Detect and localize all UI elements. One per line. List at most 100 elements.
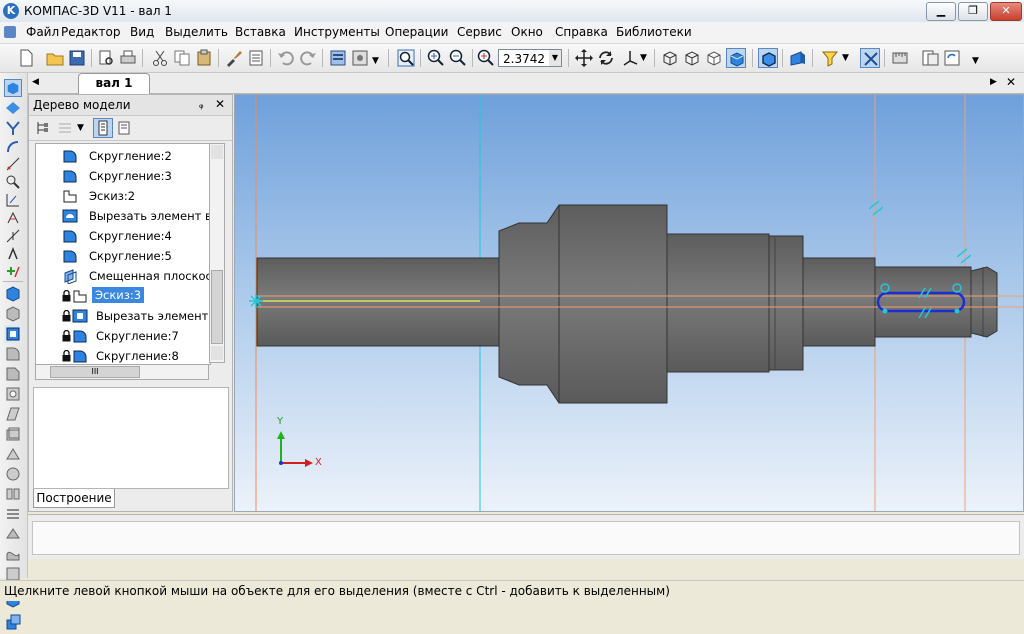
tab-scroll-right-icon[interactable]: ▶	[990, 77, 997, 87]
tree-item[interactable]: Скругление:7	[36, 326, 210, 346]
menu-file[interactable]: Файл	[26, 25, 59, 39]
wireframe-icon[interactable]	[660, 48, 680, 68]
toolbar-overflow-icon[interactable]: ▼	[372, 48, 380, 68]
properties-brush-icon[interactable]	[224, 48, 244, 68]
toolbar-end-overflow-icon[interactable]: ▼	[972, 48, 980, 68]
split-tool-icon[interactable]	[4, 465, 22, 483]
menu-select[interactable]: Выделить	[165, 25, 228, 39]
model-viewport[interactable]: Y X	[234, 94, 1024, 512]
save-icon[interactable]	[67, 48, 87, 68]
settings-panel-icon[interactable]	[350, 48, 370, 68]
thread-tool-icon[interactable]	[4, 505, 22, 523]
revolve-icon[interactable]	[4, 305, 22, 323]
tree-item[interactable]: Вырезать элемент вр	[36, 206, 210, 226]
filter-objects-icon[interactable]	[820, 48, 840, 68]
zoom-out-icon[interactable]	[448, 48, 468, 68]
cut-extrude-tool-icon[interactable]	[4, 325, 22, 343]
surfaces-icon[interactable]	[4, 119, 22, 137]
arrays-icon[interactable]	[4, 137, 22, 155]
rotate-icon[interactable]	[596, 48, 616, 68]
selection-icon[interactable]	[4, 263, 22, 281]
manager-panel-icon[interactable]	[328, 48, 348, 68]
orientation-icon[interactable]	[620, 48, 640, 68]
tab-construction[interactable]: Построение	[33, 489, 115, 508]
rebuild-icon[interactable]	[942, 48, 962, 68]
menu-operations[interactable]: Операции	[385, 25, 448, 39]
hidden-lines-icon[interactable]	[682, 48, 702, 68]
measure-icon[interactable]	[890, 48, 910, 68]
spatial-curves-icon[interactable]	[4, 99, 22, 117]
sheet-tool-icon[interactable]	[4, 525, 22, 543]
shaded-icon[interactable]	[726, 48, 746, 68]
shaft-part[interactable]	[256, 204, 998, 404]
minimize-button[interactable]: ▁	[926, 2, 956, 21]
tree-item[interactable]: Скругление:4	[36, 226, 210, 246]
chamfer-tool-icon[interactable]	[4, 365, 22, 383]
mirror-tool-icon[interactable]	[4, 485, 22, 503]
fillet-tool-icon[interactable]	[4, 345, 22, 363]
extrude-icon[interactable]	[4, 285, 22, 303]
shell-tool-icon[interactable]	[4, 425, 22, 443]
paste-icon[interactable]	[194, 48, 214, 68]
hidden-lines-thin-icon[interactable]	[704, 48, 724, 68]
parametrization-icon[interactable]	[4, 245, 22, 263]
hole-tool-icon[interactable]	[4, 385, 22, 403]
select-filter-icon[interactable]	[860, 48, 880, 68]
assembly-tool-icon[interactable]	[4, 613, 22, 631]
pan-icon[interactable]	[574, 48, 594, 68]
pin-icon[interactable]: ᵩ	[199, 98, 204, 111]
close-button[interactable]: ✕	[990, 2, 1022, 21]
tree-item[interactable]: Скругление:2	[36, 146, 210, 166]
menu-tools[interactable]: Инструменты	[294, 25, 380, 39]
tab-close-icon[interactable]: ✕	[1006, 75, 1016, 89]
hscroll-thumb[interactable]: III	[50, 366, 140, 378]
tree-item[interactable]: Эскиз:2	[36, 186, 210, 206]
constraints-icon[interactable]	[4, 227, 22, 245]
menu-help[interactable]: Справка	[555, 25, 608, 39]
panel-close-icon[interactable]: ✕	[215, 97, 225, 111]
zoom-dropdown-arrow[interactable]: ▼	[549, 50, 561, 66]
orientation-dropdown-icon[interactable]: ▼	[640, 48, 648, 68]
open-folder-icon[interactable]	[45, 48, 65, 68]
tab-document-val1[interactable]: вал 1	[78, 73, 150, 94]
new-document-icon[interactable]	[16, 48, 36, 68]
perspective-icon[interactable]	[788, 48, 808, 68]
variables-icon[interactable]	[246, 48, 266, 68]
menu-window[interactable]: Окно	[511, 25, 543, 39]
tree-document-icon[interactable]	[117, 120, 133, 136]
dimensions-icon[interactable]	[4, 191, 22, 209]
zoom-in-icon[interactable]	[426, 48, 446, 68]
scroll-thumb[interactable]	[211, 270, 223, 344]
editing-details-icon[interactable]	[4, 79, 22, 97]
tree-structure-icon[interactable]	[35, 120, 51, 136]
menu-view[interactable]: Вид	[130, 25, 154, 39]
auxiliary-geometry-icon[interactable]	[4, 155, 22, 173]
library-manager-icon[interactable]	[920, 48, 940, 68]
copy-icon[interactable]	[172, 48, 192, 68]
draft-tool-icon[interactable]	[4, 445, 22, 463]
cut-icon[interactable]	[150, 48, 170, 68]
menu-libraries[interactable]: Библиотеки	[616, 25, 692, 39]
tree-view-mode-icon[interactable]	[57, 120, 73, 136]
tree-item[interactable]: Вырезать элемент в	[36, 306, 210, 326]
tree-item[interactable]: Скругление:5	[36, 246, 210, 266]
tree-item[interactable]: Скругление:8	[36, 346, 210, 364]
tab-scroll-left-icon[interactable]: ◀	[32, 77, 39, 87]
tree-list-icon[interactable]	[93, 118, 113, 138]
print-preview-icon[interactable]	[96, 48, 116, 68]
scroll-up-button[interactable]	[211, 145, 223, 159]
tree-item[interactable]: Смещенная плоскост	[36, 266, 210, 286]
measure-tools-icon[interactable]	[4, 173, 22, 191]
rib-tool-icon[interactable]	[4, 405, 22, 423]
zoom-window-icon[interactable]	[396, 48, 416, 68]
restore-button[interactable]: ❐	[958, 2, 988, 21]
print-icon[interactable]	[118, 48, 138, 68]
menu-edit[interactable]: Редактор	[61, 25, 120, 39]
designations-icon[interactable]	[4, 209, 22, 227]
tree-horizontal-scrollbar[interactable]: III	[35, 364, 209, 380]
scroll-down-button[interactable]	[211, 346, 223, 360]
undo-icon[interactable]	[276, 48, 296, 68]
menu-service[interactable]: Сервис	[457, 25, 502, 39]
document-menu-icon[interactable]	[4, 26, 16, 38]
redo-icon[interactable]	[298, 48, 318, 68]
